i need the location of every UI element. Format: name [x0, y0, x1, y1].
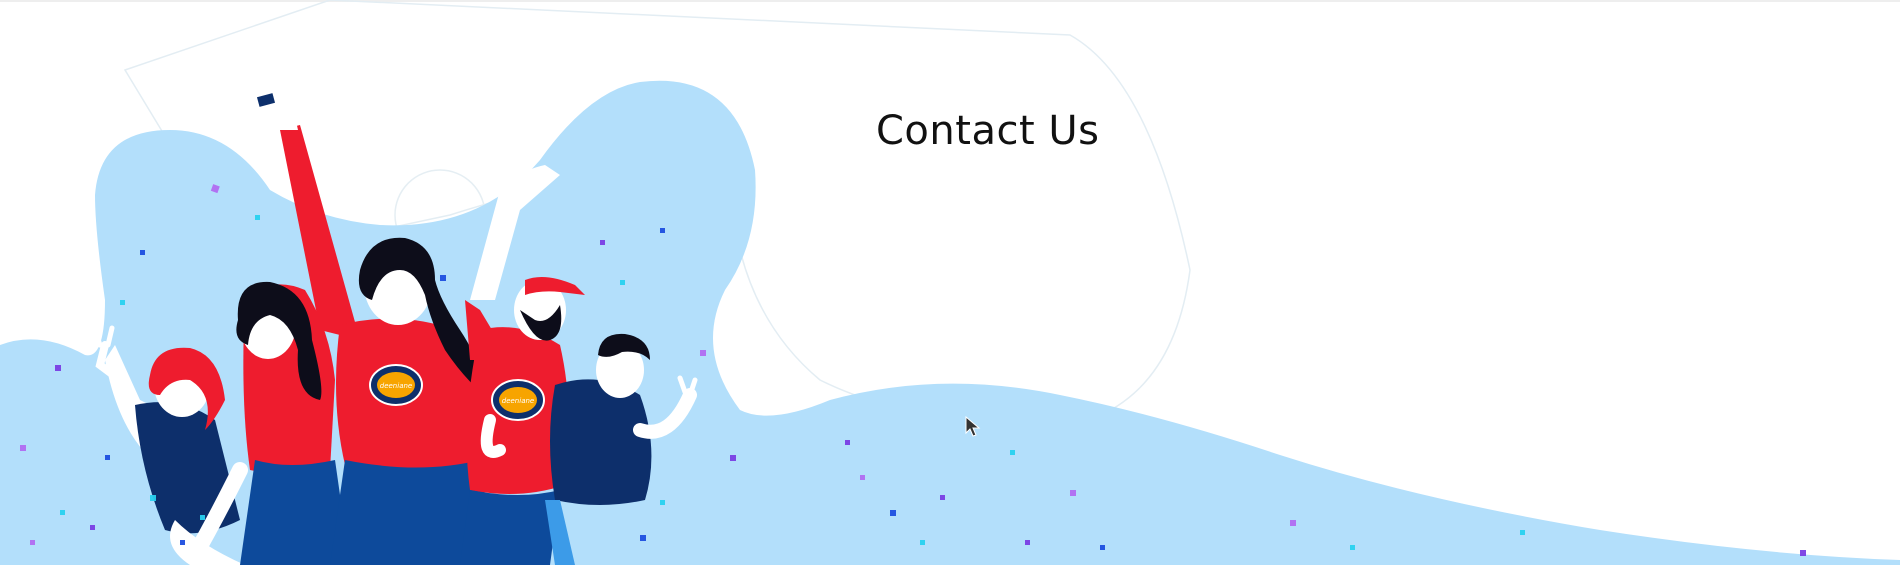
svg-text:deeniane: deeniane [502, 397, 534, 405]
hero-banner: deeniane deeniane Contact Us [0, 0, 1900, 565]
page-title: Contact Us [876, 108, 1100, 154]
hero-illustration: deeniane deeniane [0, 0, 1900, 565]
svg-text:deeniane: deeniane [380, 382, 412, 390]
arrow-cursor-icon [965, 416, 981, 437]
